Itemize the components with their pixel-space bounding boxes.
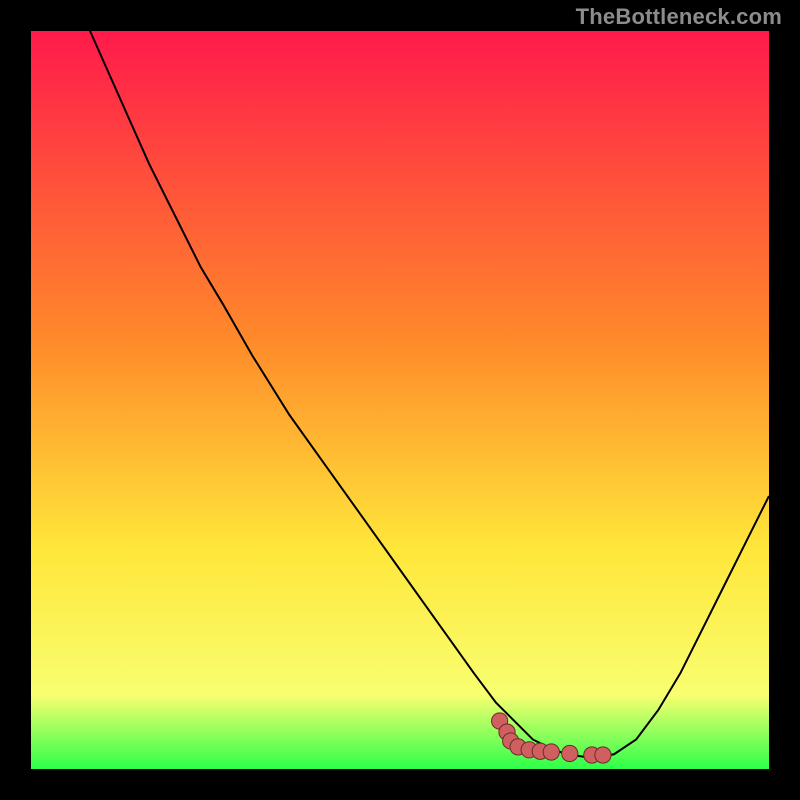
marker-dot bbox=[595, 747, 611, 763]
gradient-background bbox=[31, 31, 769, 769]
marker-dot bbox=[543, 744, 559, 760]
marker-dot bbox=[562, 745, 578, 761]
bottleneck-chart bbox=[31, 31, 769, 769]
watermark-text: TheBottleneck.com bbox=[576, 4, 782, 30]
